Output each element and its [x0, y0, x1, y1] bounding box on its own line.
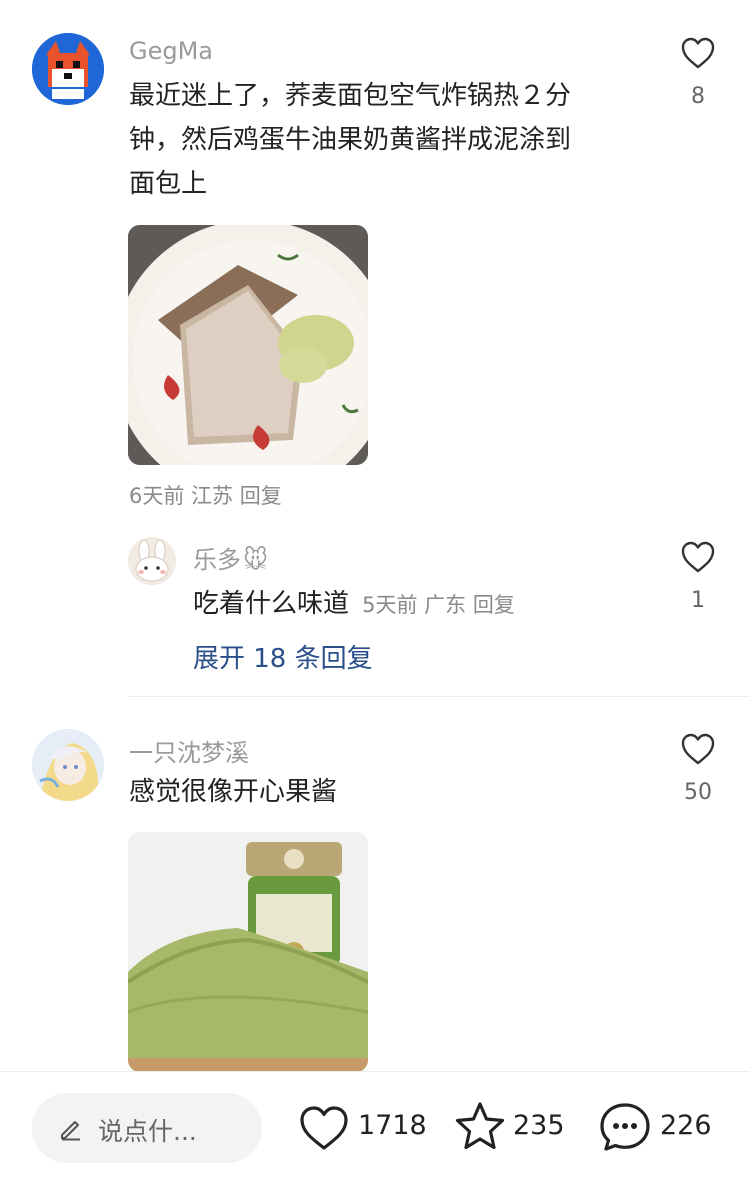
comment-text: 最近迷上了，荞麦面包空气炸锅热２分 钟，然后鸡蛋牛油果奶黄酱拌成泥涂到 面包上 — [129, 74, 649, 206]
favorite-button[interactable]: 235 — [453, 1100, 568, 1154]
comment-input-placeholder: 说点什... — [98, 1117, 197, 1146]
post-like-count: 1718 — [358, 1110, 427, 1141]
like-button[interactable] — [680, 36, 716, 70]
star-outline-icon — [455, 1102, 505, 1150]
reply-avatar[interactable] — [128, 537, 176, 585]
comment-image[interactable] — [128, 225, 368, 465]
comment-text: 感觉很像开心果酱 — [129, 777, 338, 807]
comment-username[interactable]: GegMa — [129, 37, 213, 65]
speech-bubble-icon — [600, 1103, 650, 1151]
comment-count: 226 — [660, 1110, 712, 1141]
comment-input[interactable]: 说点什... — [32, 1093, 262, 1163]
divider — [128, 696, 750, 697]
comment-text-line: 钟，然后鸡蛋牛油果奶黄酱拌成泥涂到 — [129, 125, 572, 155]
heart-outline-icon — [681, 37, 715, 69]
heart-outline-icon — [681, 733, 715, 765]
comment-image[interactable] — [128, 832, 368, 1072]
like-count: 8 — [691, 84, 705, 109]
avatar[interactable] — [32, 729, 104, 801]
comment-text-line: 最近迷上了，荞麦面包空气炸锅热２分 — [129, 81, 572, 111]
heart-outline-icon — [300, 1106, 348, 1150]
reply-username-text: 乐多 — [193, 546, 241, 574]
reply-username[interactable]: 乐多🐭 — [193, 540, 268, 575]
pistachio-jar-image — [128, 832, 368, 1072]
like-post-button[interactable]: 1718 — [298, 1102, 427, 1152]
comments-button[interactable]: 226 — [598, 1100, 718, 1154]
mouse-emoji-icon: 🐭 — [243, 546, 269, 574]
heart-outline-icon — [681, 541, 715, 573]
avatar[interactable] — [32, 33, 104, 105]
comment-meta[interactable]: 6天前 江苏 回复 — [129, 480, 282, 510]
toast-plate-image — [128, 225, 368, 465]
reply-meta[interactable]: 5天前 广东 回复 — [362, 593, 515, 617]
fox-avatar-icon — [32, 33, 104, 105]
comment-text-line: 面包上 — [129, 169, 208, 199]
comment-username[interactable]: 一只沈梦溪 — [129, 733, 249, 768]
reply-like-button[interactable] — [680, 540, 716, 574]
expand-replies-link[interactable]: 展开 18 条回复 — [193, 638, 373, 675]
reply-like-count: 1 — [691, 588, 705, 613]
favorite-count: 235 — [513, 1110, 565, 1141]
anime-avatar-icon — [32, 729, 104, 801]
like-button[interactable] — [680, 732, 716, 766]
like-count: 50 — [684, 780, 712, 805]
reply-text: 吃着什么味道 — [193, 589, 350, 619]
bunny-avatar-icon — [128, 537, 176, 585]
reply-body: 吃着什么味道 5天前 广东 回复 — [193, 582, 515, 626]
pencil-icon — [61, 1121, 80, 1141]
